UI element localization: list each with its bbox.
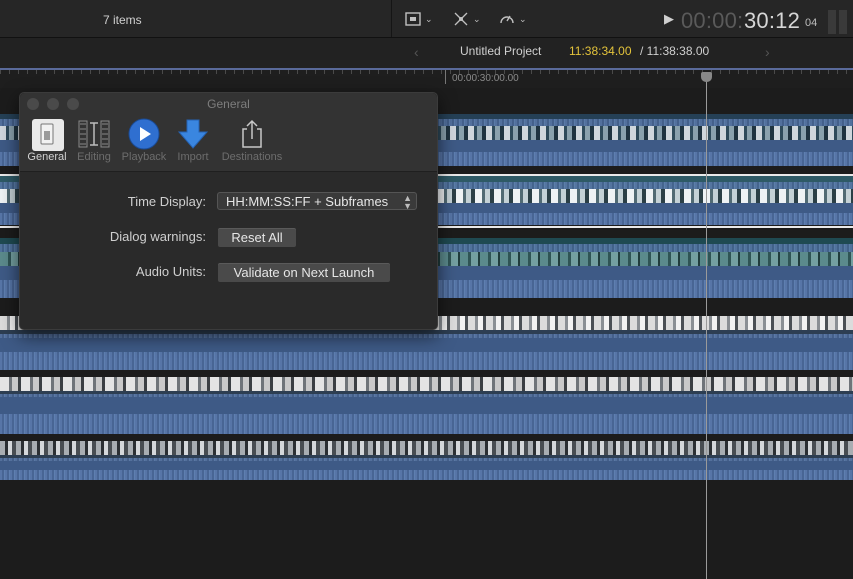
tab-label: Playback	[121, 151, 167, 163]
tab-label: Import	[177, 151, 209, 163]
share-icon	[217, 117, 287, 151]
project-name: Untitled Project	[460, 44, 542, 58]
retiming-icon[interactable]: ⌄	[498, 10, 527, 28]
reset-all-button[interactable]: Reset All	[217, 227, 297, 248]
tab-label: Destinations	[221, 151, 283, 163]
down-arrow-icon	[173, 117, 213, 151]
play-circle-icon	[119, 117, 169, 151]
dialog-warnings-label: Dialog warnings:	[109, 229, 206, 244]
film-strip-icon	[73, 117, 115, 151]
validate-next-launch-button[interactable]: Validate on Next Launch	[217, 262, 391, 283]
time-display-select[interactable]: HH:MM:SS:FF + Subframes ▲ ▼	[217, 192, 417, 211]
dialog-title: General	[207, 97, 250, 111]
toolbar: 7 items ⌄ ⌄ ⌄ ▶ 00:00: 30:12 04	[0, 0, 853, 38]
play-icon[interactable]: ▶	[664, 11, 674, 27]
audio-meters-icon[interactable]	[828, 10, 850, 39]
tab-label: Editing	[77, 151, 111, 163]
items-count: 7 items	[103, 13, 142, 27]
audio-units-label: Audio Units:	[135, 264, 206, 279]
forward-arrow-icon[interactable]: ›	[765, 44, 770, 60]
tab-editing[interactable]: Editing	[73, 117, 115, 163]
skimming-tools-icon[interactable]: ⌄	[452, 10, 481, 28]
tab-import[interactable]: Import	[173, 117, 213, 163]
back-arrow-icon[interactable]: ‹	[414, 44, 419, 60]
tab-label: General	[27, 151, 67, 163]
playhead-handle[interactable]	[701, 72, 712, 82]
timeline-ruler[interactable]	[0, 70, 853, 88]
toolbar-divider	[391, 0, 392, 37]
chevron-updown-icon: ▲ ▼	[403, 193, 412, 211]
timecode-subframe: 04	[805, 17, 818, 29]
tab-destinations[interactable]: Destinations	[217, 117, 287, 163]
tab-playback[interactable]: Playback	[119, 117, 169, 163]
ruler-label: 00:00:30:00.00	[452, 73, 519, 84]
playhead[interactable]	[706, 74, 707, 579]
clip-appearance-icon[interactable]: ⌄	[404, 10, 433, 28]
project-total-time: / 11:38:38.00	[640, 44, 710, 58]
timecode-display: 30:12	[744, 8, 801, 33]
project-bar: ‹ Untitled Project 11:38:34.00 / 11:38:3…	[0, 38, 853, 68]
timecode-prefix: 00:00:	[681, 8, 744, 33]
tab-general[interactable]: General	[25, 117, 69, 163]
time-display-label: Time Display:	[127, 194, 206, 209]
switch-icon	[25, 117, 69, 151]
ruler-major-tick	[445, 70, 446, 84]
project-current-time: 11:38:34.00	[569, 44, 632, 58]
preferences-dialog: General General Editing Playback Import …	[19, 92, 438, 330]
